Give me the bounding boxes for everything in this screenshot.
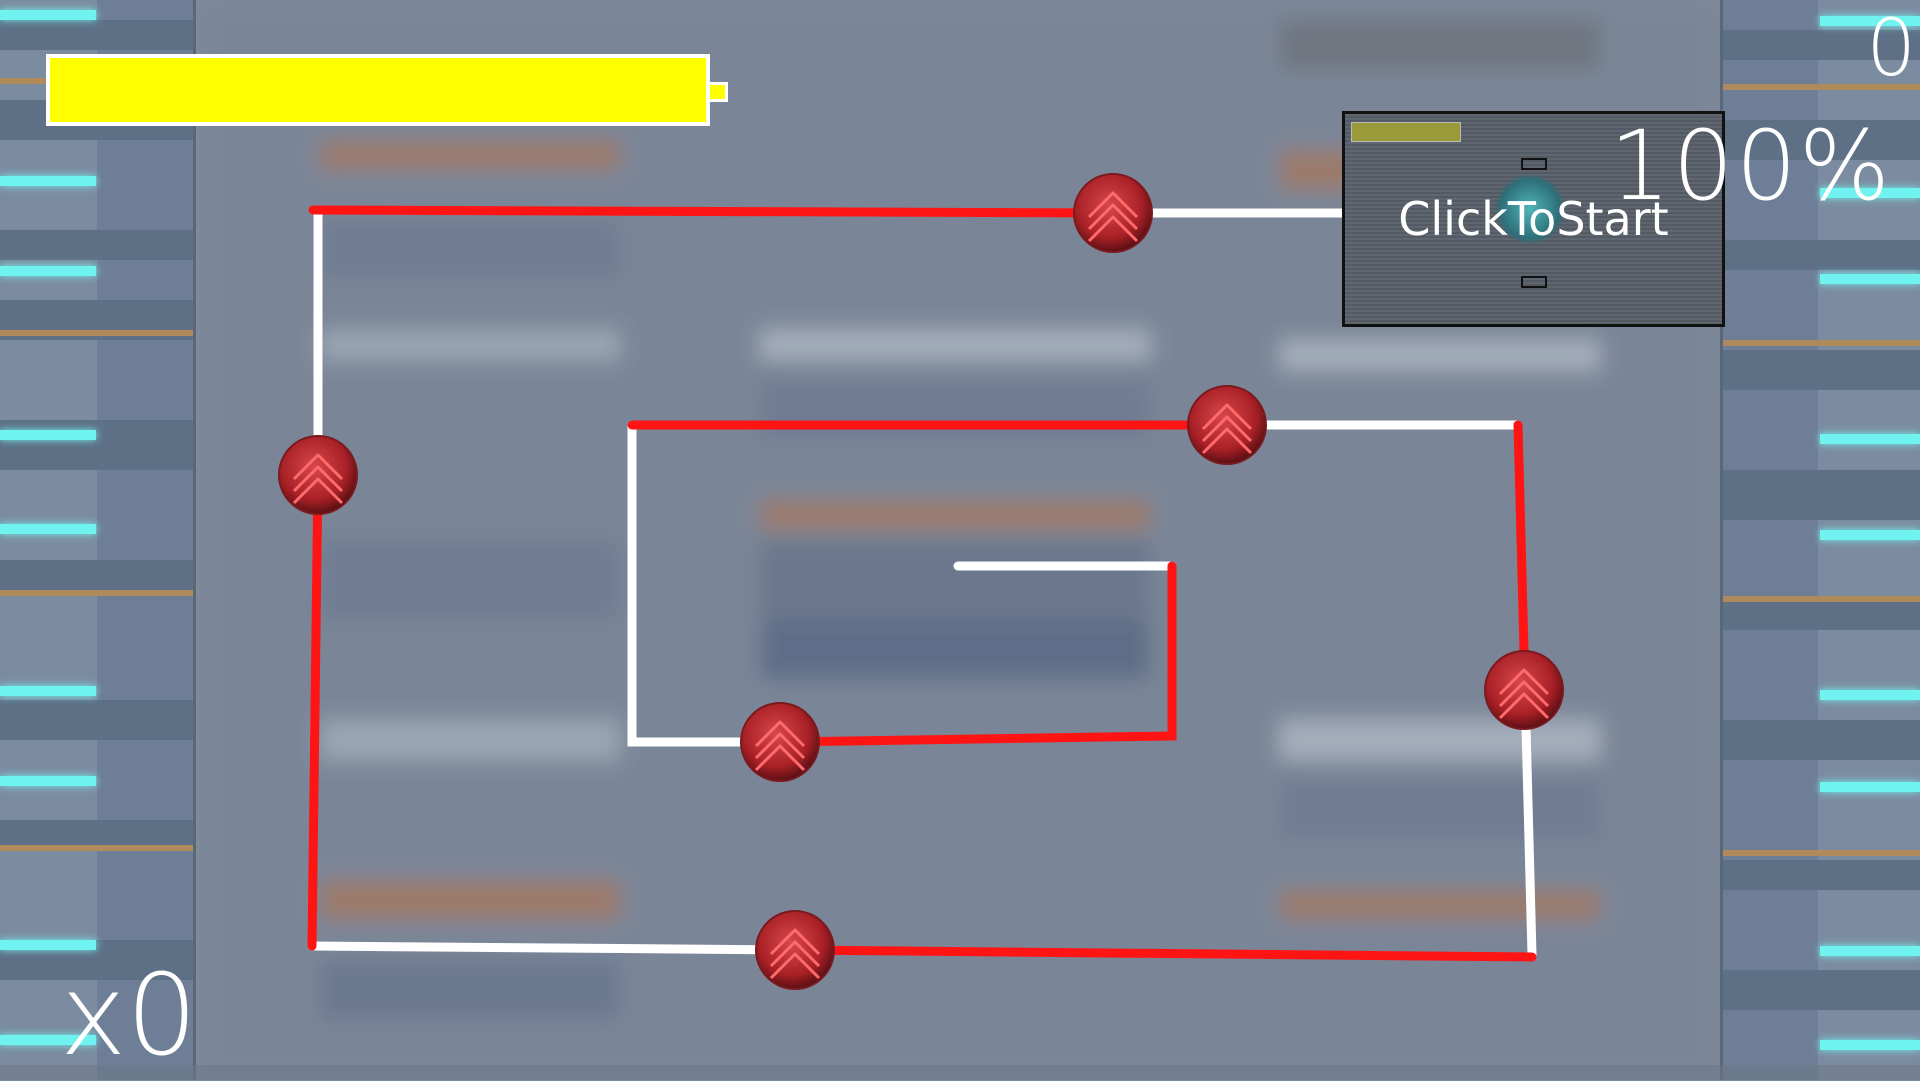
- note-chevron-icon[interactable]: [739, 701, 821, 783]
- health-bar: [46, 54, 710, 126]
- note-chevron-icon[interactable]: [1186, 384, 1268, 466]
- note-chevron-icon[interactable]: [1072, 172, 1154, 254]
- note-chevron-icon[interactable]: [277, 434, 359, 516]
- accuracy-percent: 100%: [1609, 110, 1892, 222]
- note-chevron-icon[interactable]: [754, 909, 836, 991]
- mini-marker-bottom: [1521, 276, 1547, 288]
- mini-marker-top: [1521, 158, 1547, 170]
- score-counter: 0: [1866, 4, 1916, 94]
- mini-health-bar: [1351, 122, 1461, 142]
- health-bar-cap: [710, 82, 728, 102]
- health-bar-fill: [50, 58, 706, 122]
- combo-counter: x0: [60, 951, 198, 1081]
- left-side-panel: [0, 0, 196, 1080]
- note-chevron-icon[interactable]: [1483, 649, 1565, 731]
